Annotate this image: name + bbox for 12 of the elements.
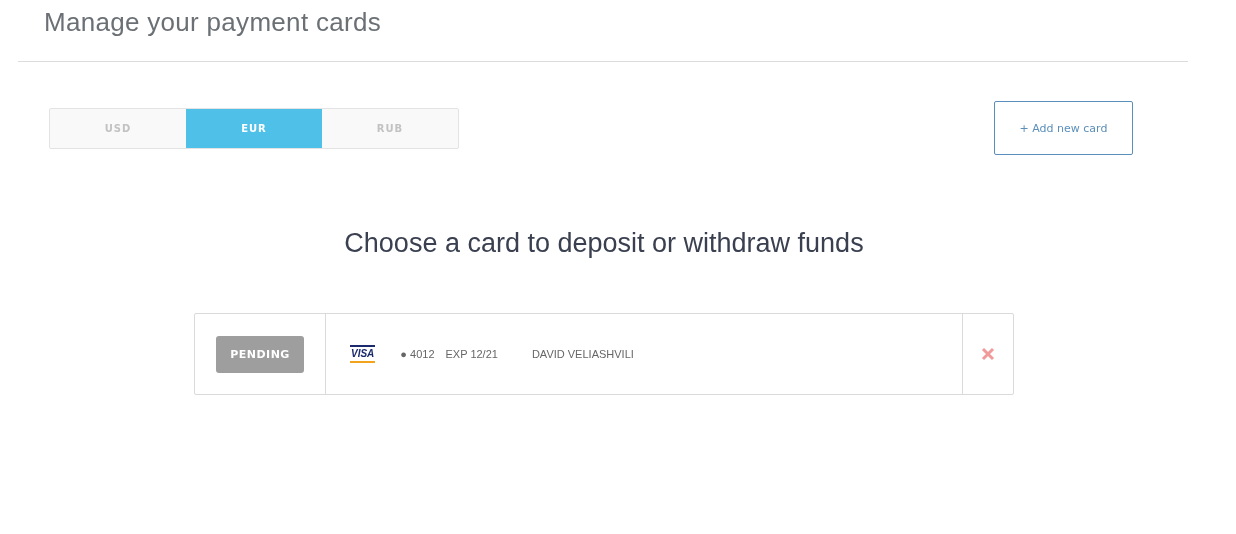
page-title: Manage your payment cards (43, 6, 382, 39)
delete-button[interactable] (981, 347, 995, 361)
currency-tab[interactable]: EUR (186, 109, 322, 148)
card-logo: VISA (350, 345, 376, 363)
close-icon (981, 347, 995, 361)
card-number: ● 4012 (400, 348, 435, 360)
status-badge: PENDING (216, 335, 304, 373)
card-row[interactable]: PENDING VISA ● 4012 EXP 12/21 DAVID VELIASHVILI (194, 313, 1014, 395)
add-card-button[interactable]: + Add new card (994, 101, 1133, 155)
section-heading: Choose a card to deposit or withdraw funds (343, 228, 865, 259)
card-expiry: EXP 12/21 (445, 348, 498, 360)
card-holder: DAVID VELIASHVILI (531, 348, 634, 360)
